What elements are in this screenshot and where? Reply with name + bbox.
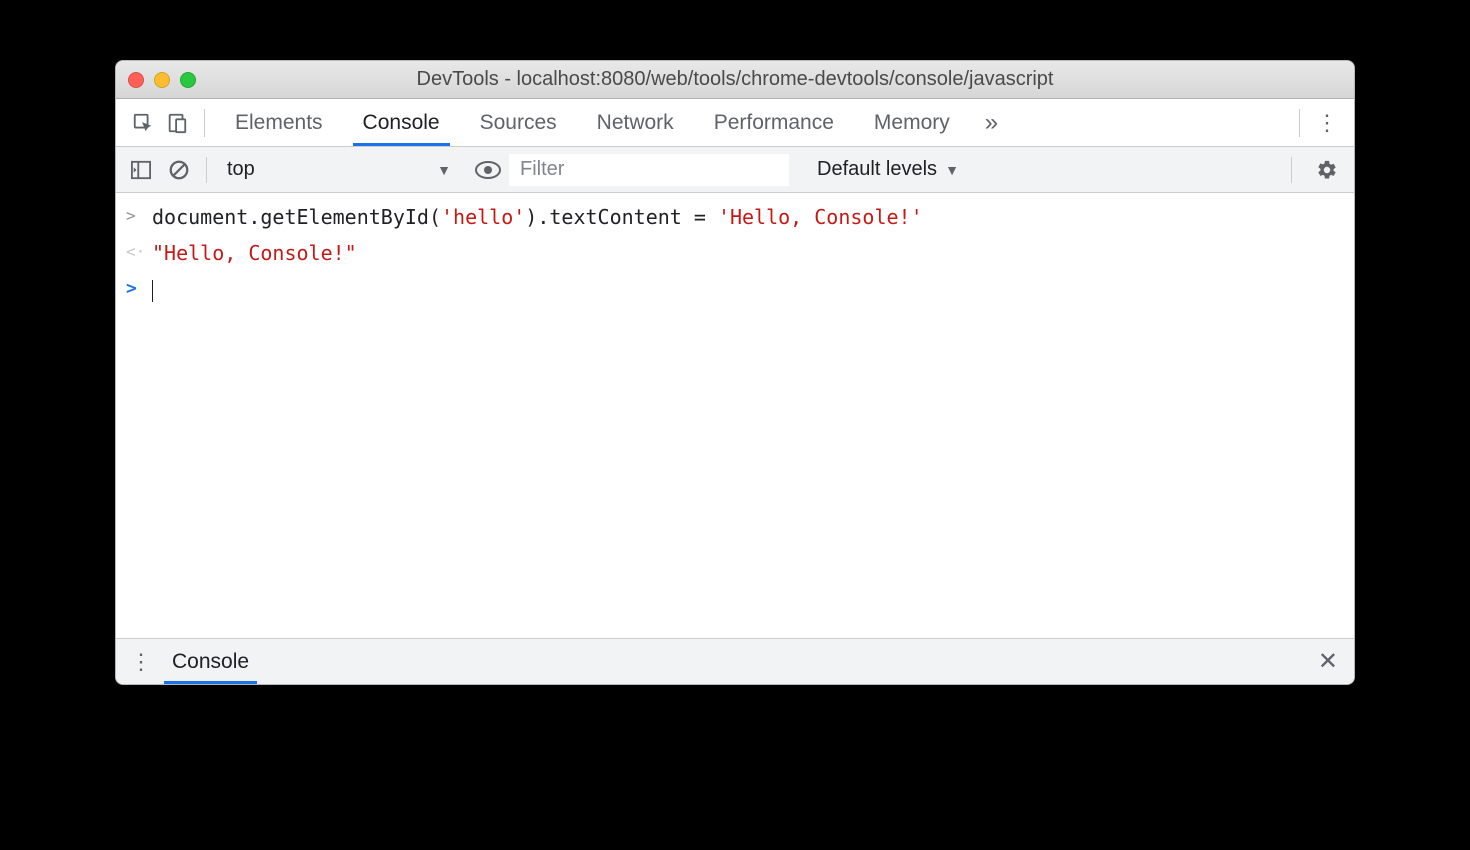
clear-console-icon[interactable] <box>162 153 196 187</box>
console-input-field[interactable] <box>152 273 1344 305</box>
window-title: DevTools - localhost:8080/web/tools/chro… <box>116 68 1354 91</box>
tab-sources[interactable]: Sources <box>460 99 577 146</box>
divider <box>204 109 205 137</box>
console-result: "Hello, Console!" <box>152 237 1344 269</box>
traffic-lights <box>128 72 196 88</box>
settings-menu-icon[interactable]: ⋮ <box>1310 110 1344 136</box>
filter-input[interactable] <box>509 154 789 186</box>
minimize-window-button[interactable] <box>154 72 170 88</box>
tab-elements[interactable]: Elements <box>215 99 343 146</box>
tab-performance[interactable]: Performance <box>694 99 854 146</box>
output-marker-icon: <· <box>126 237 152 269</box>
sidebar-toggle-icon[interactable] <box>124 153 158 187</box>
context-selector-label: top <box>227 158 255 181</box>
console-output[interactable]: > document.getElementById('hello').textC… <box>116 193 1354 638</box>
titlebar: DevTools - localhost:8080/web/tools/chro… <box>116 61 1354 99</box>
main-tabs: Elements Console Sources Network Perform… <box>215 99 1013 146</box>
device-toolbar-icon[interactable] <box>160 106 194 140</box>
console-toolbar: top ▼ Default levels ▼ <box>116 147 1354 193</box>
divider <box>1291 157 1292 183</box>
chevron-down-icon: ▼ <box>945 162 959 178</box>
tab-console[interactable]: Console <box>343 99 460 146</box>
context-selector[interactable]: top ▼ <box>217 153 467 187</box>
log-levels-label: Default levels <box>817 158 937 181</box>
chevron-down-icon: ▼ <box>437 162 451 178</box>
zoom-window-button[interactable] <box>180 72 196 88</box>
divider <box>1299 109 1300 137</box>
console-input-entry: > document.getElementById('hello').textC… <box>116 199 1354 235</box>
more-tabs-button[interactable]: » <box>970 99 1013 146</box>
prompt-marker-icon: > <box>126 273 152 305</box>
drawer-menu-icon[interactable]: ⋮ <box>124 649 158 675</box>
close-window-button[interactable] <box>128 72 144 88</box>
inspect-element-icon[interactable] <box>126 106 160 140</box>
drawer: ⋮ Console ✕ <box>116 638 1354 684</box>
console-prompt[interactable]: > <box>116 271 1354 307</box>
drawer-tab-console[interactable]: Console <box>158 639 263 684</box>
divider <box>206 157 207 183</box>
console-settings-icon[interactable] <box>1308 151 1346 189</box>
console-code: document.getElementById('hello').textCon… <box>152 201 1344 233</box>
console-output-entry: <· "Hello, Console!" <box>116 235 1354 271</box>
input-marker-icon: > <box>126 201 152 233</box>
tab-network[interactable]: Network <box>577 99 694 146</box>
close-drawer-icon[interactable]: ✕ <box>1310 647 1346 676</box>
tab-memory[interactable]: Memory <box>854 99 970 146</box>
main-tabs-row: Elements Console Sources Network Perform… <box>116 99 1354 147</box>
devtools-window: DevTools - localhost:8080/web/tools/chro… <box>115 60 1355 685</box>
log-levels-selector[interactable]: Default levels ▼ <box>805 158 971 181</box>
live-expression-icon[interactable] <box>471 153 505 187</box>
